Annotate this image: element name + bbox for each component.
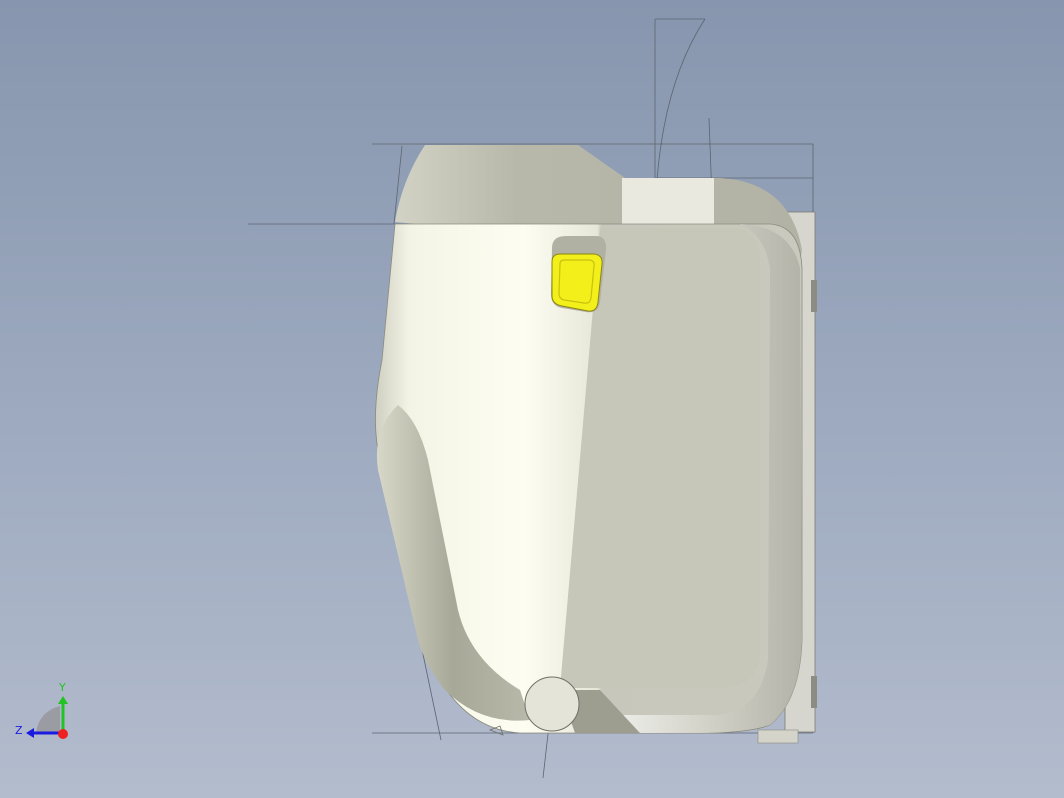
triad-arc [36,706,60,734]
z-axis-label: Z [15,724,23,737]
axis-triad[interactable]: Y Z [0,0,1064,798]
x-axis-icon [58,729,68,739]
cad-viewport[interactable]: Y Z [0,0,1064,798]
y-axis-label: Y [58,681,66,694]
